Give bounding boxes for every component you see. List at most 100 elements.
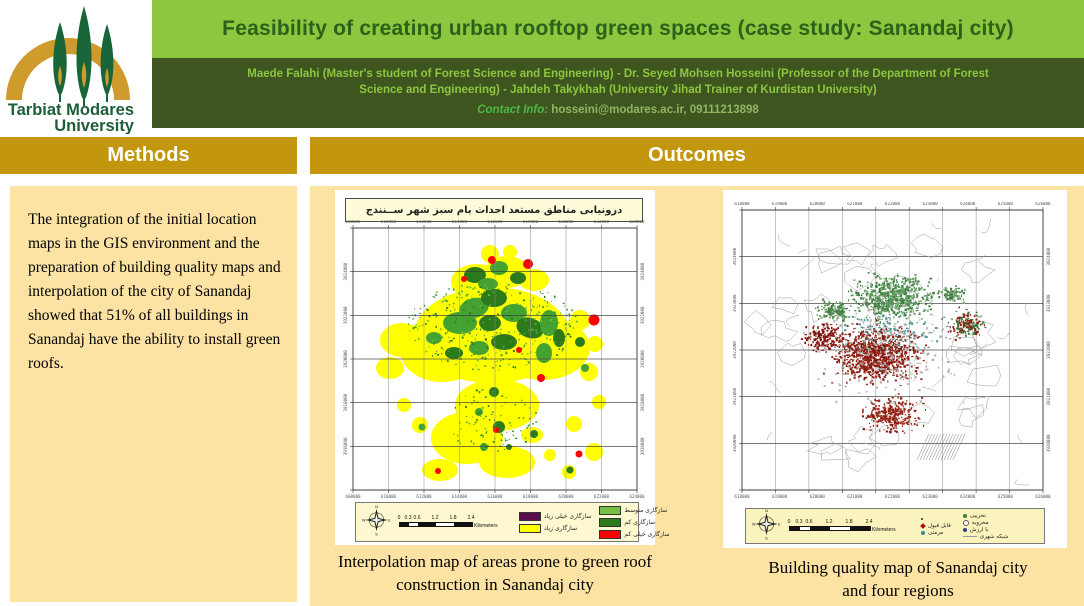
logo-cypress-trees xyxy=(53,6,113,106)
legend-row: سازگاری خیلی کم xyxy=(599,530,669,539)
svg-text:608000: 608000 xyxy=(345,220,361,224)
svg-text:3923000: 3923000 xyxy=(1046,294,1051,312)
svg-text:3922000: 3922000 xyxy=(343,306,348,324)
legend-row xyxy=(921,516,951,523)
legend-row: سازگاری زیاد xyxy=(519,524,591,533)
legend-label: سازگاری خیلی کم xyxy=(624,531,669,538)
legend-row: سازگاری متوسط xyxy=(599,506,669,515)
legend-label: مخروبه xyxy=(972,520,989,526)
compass-rose-icon: NESW xyxy=(362,504,391,536)
svg-text:624000: 624000 xyxy=(629,220,645,224)
methods-section-header: Methods xyxy=(0,137,297,174)
svg-text:610000: 610000 xyxy=(381,220,397,224)
legend-marker-line xyxy=(963,536,977,537)
interpolation-map-caption: Interpolation map of areas prone to gree… xyxy=(330,551,660,597)
legend-marker-dot xyxy=(921,531,925,535)
legend-label: سازگاری کم xyxy=(624,519,655,526)
legend-marker-dot xyxy=(963,514,967,518)
svg-text:623000: 623000 xyxy=(923,494,939,499)
svg-text:3920000: 3920000 xyxy=(733,434,737,452)
svg-text:3920000: 3920000 xyxy=(640,350,645,368)
legend-label: قابل قبول xyxy=(928,523,951,529)
svg-text:610000: 610000 xyxy=(381,494,397,498)
svg-text:619000: 619000 xyxy=(772,494,788,499)
svg-text:621000: 621000 xyxy=(847,202,863,206)
poster-page: Tarbiat Modares University Feasibility o… xyxy=(0,0,1084,606)
contact-label: Contact Info: xyxy=(477,104,548,116)
svg-text:3923000: 3923000 xyxy=(733,294,737,312)
tarbiat-modares-logo-icon: Tarbiat Modares University xyxy=(0,0,140,134)
svg-text:614000: 614000 xyxy=(452,494,468,498)
contact-value[interactable]: hosseini@modares.ac.ir, 09111213898 xyxy=(551,104,759,116)
legend-label: سازگاری خیلی زیاد xyxy=(544,513,591,520)
interpolation-map-persian-title: درونیابی مناطق مستعد احداث بام سبز شهر س… xyxy=(345,198,643,222)
svg-text:3921000: 3921000 xyxy=(733,387,737,405)
legend-row: سازگاری کم xyxy=(599,518,669,527)
quality-legend-left-column: قابل قبولمرمتی xyxy=(921,516,951,537)
svg-text:624000: 624000 xyxy=(629,494,645,498)
legend-marker-tinydot xyxy=(921,518,923,520)
svg-text:622000: 622000 xyxy=(594,220,610,224)
svg-text:3921000: 3921000 xyxy=(1046,387,1051,405)
svg-text:618000: 618000 xyxy=(523,220,539,224)
svg-text:624000: 624000 xyxy=(960,202,976,206)
parcel-outlines xyxy=(744,219,1029,485)
svg-text:E: E xyxy=(388,518,391,522)
svg-text:626000: 626000 xyxy=(1035,202,1051,206)
svg-text:3916000: 3916000 xyxy=(640,437,645,455)
outcomes-header-label: Outcomes xyxy=(648,144,746,167)
legend-row: با ارزش xyxy=(963,526,1009,533)
svg-text:612000: 612000 xyxy=(416,494,432,498)
legend-row: مرمتی xyxy=(921,530,951,537)
compass-rose-icon: NESW xyxy=(752,508,781,540)
outcomes-section-header: Outcomes xyxy=(310,137,1084,174)
svg-text:618000: 618000 xyxy=(734,202,750,206)
svg-text:3920000: 3920000 xyxy=(1046,434,1051,452)
legend-swatch xyxy=(599,530,621,539)
svg-text:3922000: 3922000 xyxy=(640,306,645,324)
svg-text:616000: 616000 xyxy=(487,220,503,224)
svg-text:622000: 622000 xyxy=(885,202,901,206)
svg-text:E: E xyxy=(778,522,781,526)
svg-text:3918000: 3918000 xyxy=(640,393,645,411)
svg-text:S: S xyxy=(375,531,378,536)
interp-scalebar: 00.30.61.21.82.4Kilometers xyxy=(399,515,511,530)
authors-text: Maede Falahi (Master's student of Forest… xyxy=(152,58,1084,98)
svg-text:608000: 608000 xyxy=(345,494,361,498)
legend-marker-diamond xyxy=(920,523,926,529)
building-quality-map: 6180006180006190006190006200006200006210… xyxy=(733,202,1057,502)
interpolation-map: 608000 608000 610000 610000 612000 612000 6140… xyxy=(342,220,648,498)
svg-text:618000: 618000 xyxy=(734,494,750,499)
svg-text:S: S xyxy=(765,535,768,540)
svg-text:626000: 626000 xyxy=(1035,494,1051,499)
svg-text:625000: 625000 xyxy=(998,202,1014,206)
university-logo: Tarbiat Modares University xyxy=(0,0,152,137)
quality-map-caption: Building quality map of Sanandaj city an… xyxy=(758,557,1038,603)
svg-text:616000: 616000 xyxy=(487,494,503,498)
legend-marker-dot xyxy=(963,528,967,532)
legend-swatch xyxy=(519,524,541,533)
svg-text:620000: 620000 xyxy=(558,494,574,498)
interp-legend-group-b: سازگاری متوسط سازگاری کم سازگاری خیلی کم xyxy=(599,504,669,540)
quality-scalebar: 00.30.61.21.82.4Kilometers xyxy=(789,519,909,534)
legend-label: شبکه شهری xyxy=(980,534,1009,540)
contact-line: Contact Info: hosseini@modares.ac.ir, 09… xyxy=(152,104,1084,116)
svg-text:619000: 619000 xyxy=(772,202,788,206)
legend-row: سازگاری خیلی زیاد xyxy=(519,512,591,521)
svg-text:614000: 614000 xyxy=(452,220,468,224)
svg-text:623000: 623000 xyxy=(923,202,939,206)
legend-label: تخریبی xyxy=(970,513,986,519)
legend-swatch xyxy=(599,518,621,527)
svg-text:612000: 612000 xyxy=(416,220,432,224)
svg-text:3922000: 3922000 xyxy=(1046,341,1051,359)
quality-legend-right-column: تخریبیمخروبهبا ارزششبکه شهری xyxy=(963,512,1009,540)
methods-panel: The integration of the initial location … xyxy=(10,186,297,602)
svg-text:N: N xyxy=(375,504,378,509)
quality-compass: NESW xyxy=(752,508,781,545)
svg-text:622000: 622000 xyxy=(594,494,610,498)
svg-text:624000: 624000 xyxy=(960,494,976,499)
legend-row: مخروبه xyxy=(963,519,1009,526)
quality-map-card: 6180006180006190006190006200006200006210… xyxy=(723,190,1067,548)
legend-row: قابل قبول xyxy=(921,523,951,530)
svg-text:3924000: 3924000 xyxy=(343,262,348,280)
